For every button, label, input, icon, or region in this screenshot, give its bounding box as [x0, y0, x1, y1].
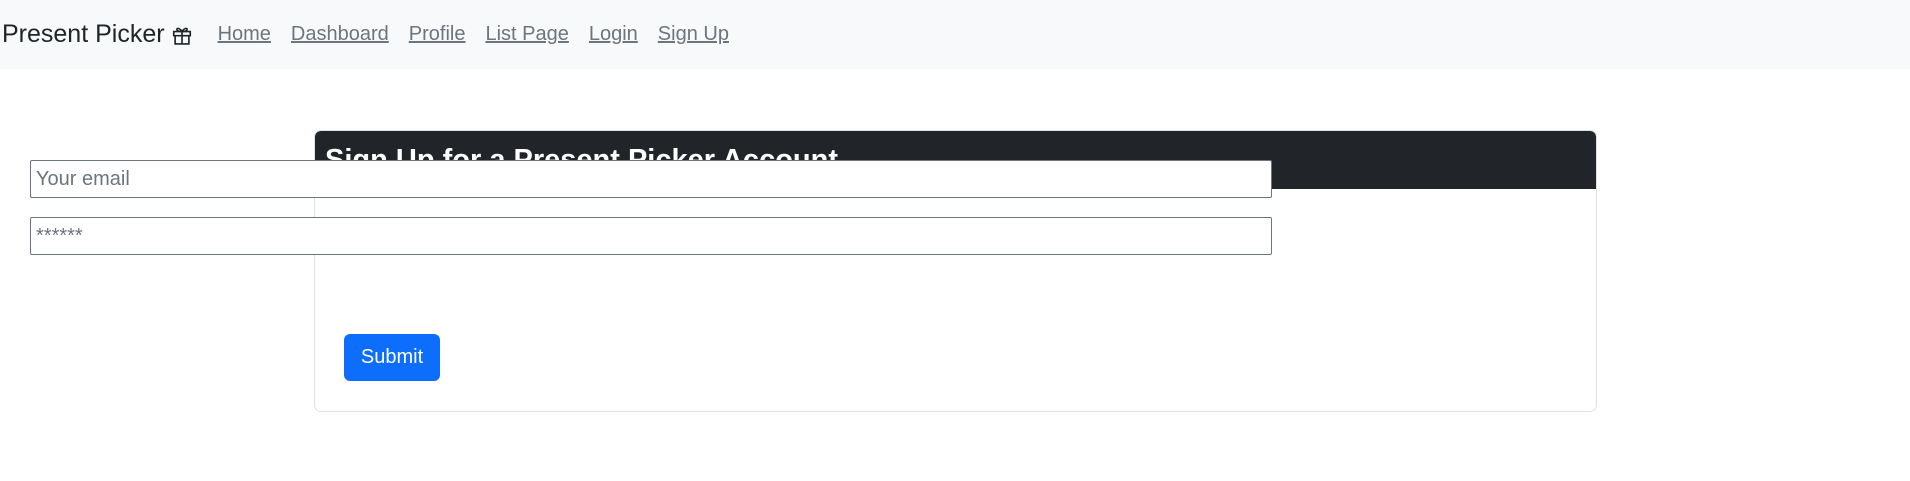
nav-link-list-page[interactable]: List Page — [485, 23, 568, 46]
navbar: Present Picker Home Dashboard Profile Li… — [0, 0, 1910, 69]
password-input[interactable] — [30, 217, 1272, 255]
nav-link-home[interactable]: Home — [218, 23, 271, 46]
brand-name: Present Picker — [2, 20, 165, 48]
nav-link-login[interactable]: Login — [589, 23, 638, 46]
nav-links: Home Dashboard Profile List Page Login S… — [218, 23, 749, 46]
email-input[interactable] — [30, 160, 1272, 198]
submit-button[interactable]: Submit — [344, 334, 440, 381]
nav-link-profile[interactable]: Profile — [409, 23, 466, 46]
brand-link[interactable]: Present Picker — [2, 20, 193, 49]
nav-link-sign-up[interactable]: Sign Up — [658, 23, 729, 46]
gift-icon — [172, 27, 191, 45]
nav-link-dashboard[interactable]: Dashboard — [291, 23, 389, 46]
